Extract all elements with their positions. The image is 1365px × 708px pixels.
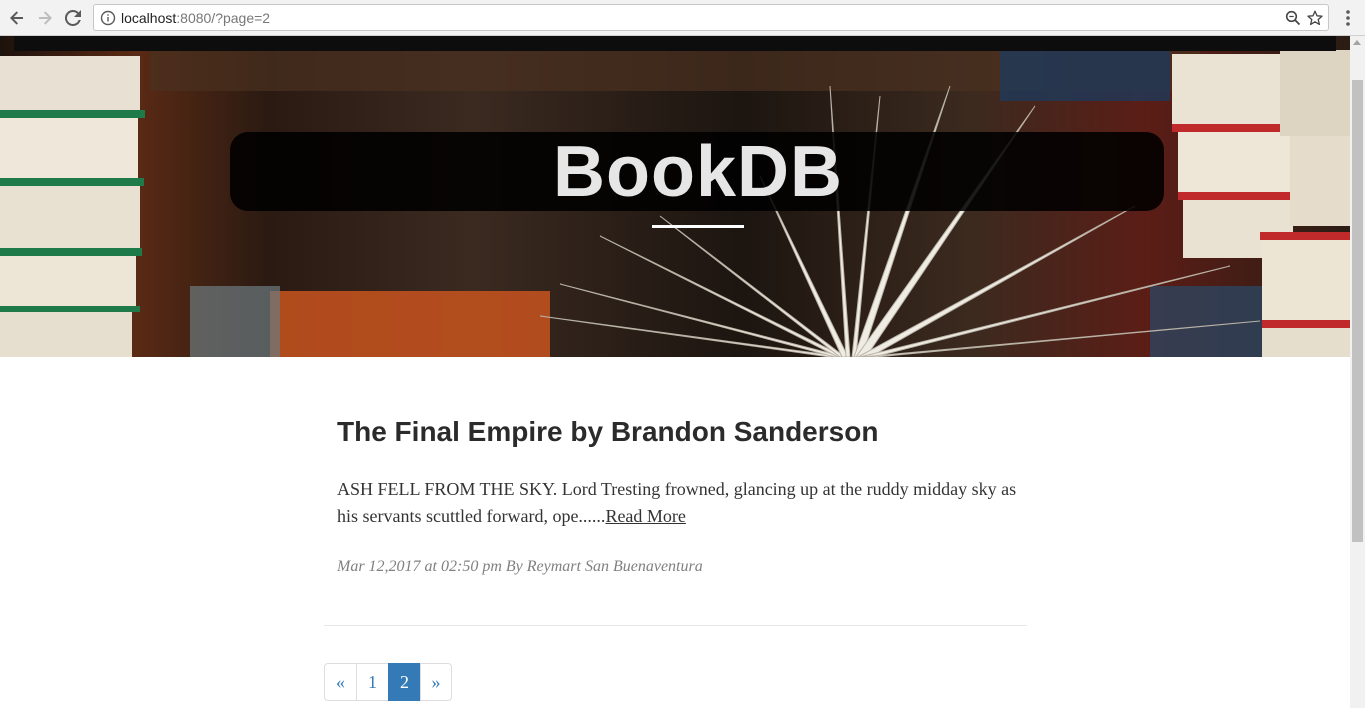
scroll-up-arrow-icon[interactable]	[1353, 40, 1361, 45]
scrollbar[interactable]	[1350, 36, 1365, 708]
bookmark-star-icon[interactable]	[1307, 10, 1323, 26]
title-underline	[652, 225, 744, 228]
pagination-next[interactable]: »	[420, 663, 452, 701]
browser-menu-icon[interactable]	[1339, 7, 1357, 29]
pagination: « 1 2 »	[324, 663, 452, 701]
navbar	[14, 36, 1336, 51]
pagination-prev[interactable]: «	[324, 663, 357, 701]
url-path: :8080/?page=2	[176, 10, 271, 26]
pagination-page-1[interactable]: 1	[356, 663, 389, 701]
site-title: BookDB	[553, 132, 843, 212]
address-bar[interactable]: localhost:8080/?page=2	[93, 4, 1329, 31]
pagination-page-2-active[interactable]: 2	[388, 663, 421, 701]
browser-toolbar: localhost:8080/?page=2	[0, 0, 1365, 36]
zoom-icon[interactable]	[1285, 10, 1301, 26]
post-excerpt: ASH FELL FROM THE SKY. Lord Tresting fro…	[337, 476, 1017, 530]
info-icon[interactable]	[100, 10, 116, 26]
read-more-link[interactable]: Read More	[605, 506, 685, 526]
reload-icon[interactable]	[62, 7, 84, 29]
scrollbar-thumb[interactable]	[1352, 80, 1363, 542]
post-meta: Mar 12,2017 at 02:50 pm By Reymart San B…	[337, 558, 703, 575]
url-text[interactable]: localhost:8080/?page=2	[121, 10, 270, 26]
post-title[interactable]: The Final Empire by Brandon Sanderson	[337, 416, 878, 448]
url-host: localhost	[121, 10, 177, 26]
back-arrow-icon[interactable]	[6, 7, 28, 29]
forward-arrow-icon[interactable]	[34, 7, 56, 29]
page-viewport: BookDB The Final Empire by Brandon Sande…	[0, 36, 1350, 708]
hero-banner: BookDB	[0, 36, 1350, 357]
divider	[324, 625, 1027, 626]
